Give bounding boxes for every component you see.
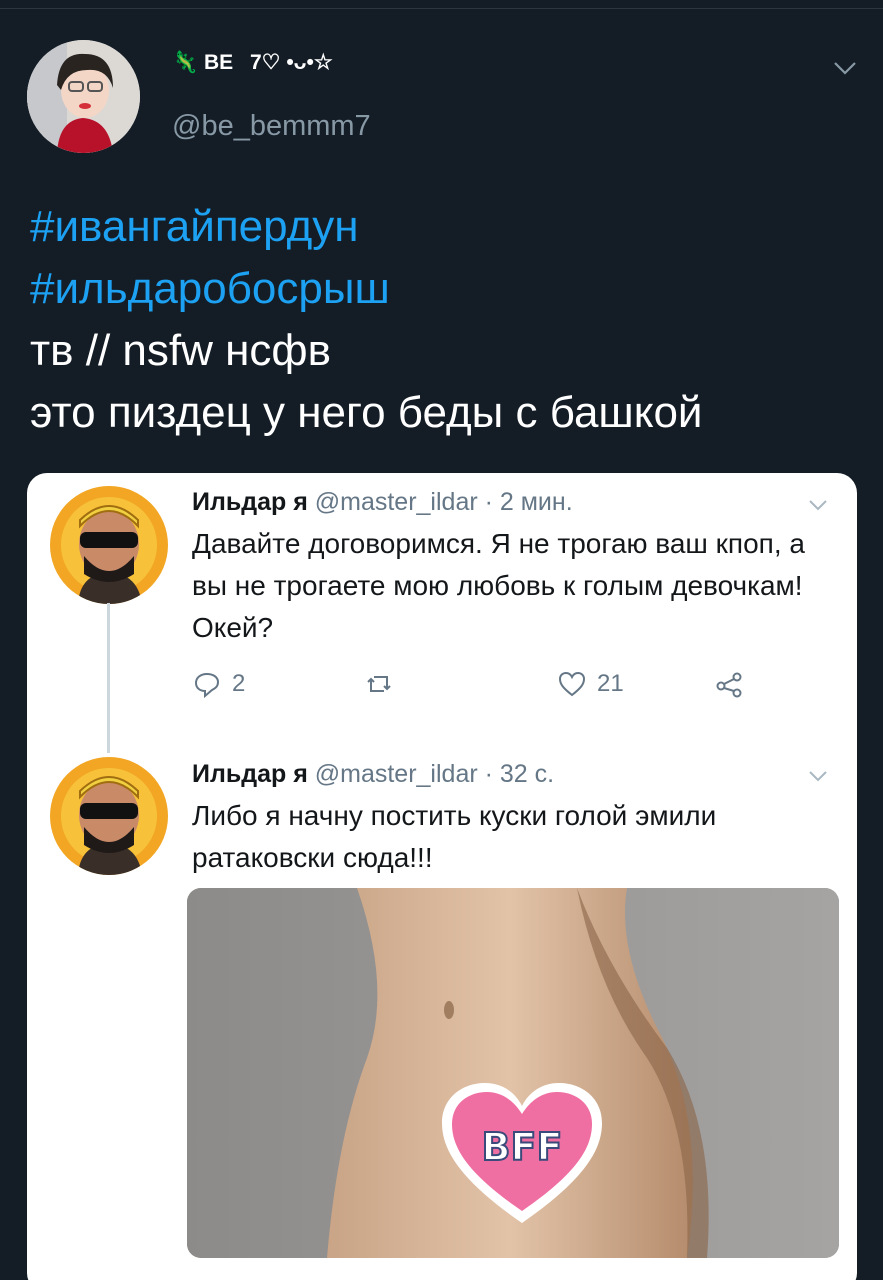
tweet-body: Давайте договоримся. Я не трогаю ваш кпо… — [192, 528, 805, 643]
reply-button: 2 — [192, 669, 245, 699]
avatar — [50, 486, 168, 604]
tweet-body: Либо я начну постить куски голой эмили р… — [192, 800, 717, 873]
author-name: Ильдар я — [192, 488, 308, 516]
reply-count: 2 — [232, 670, 246, 697]
tweet-header: Ильдар я @master_ildar · 2 мин. — [192, 488, 573, 517]
lizard-icon: 🦎 — [172, 51, 199, 74]
chevron-down-icon[interactable] — [832, 58, 858, 78]
chevron-down-icon — [809, 500, 827, 511]
hashtag-link[interactable]: #ильдаробосрыш — [30, 258, 870, 320]
tweet-actions: 2 21 — [192, 669, 752, 709]
bff-sticker: BFF — [442, 1083, 602, 1223]
like-button: 21 — [557, 669, 624, 699]
reply-icon — [194, 672, 220, 699]
share-icon — [716, 672, 742, 698]
hashtag-link[interactable]: #ивангайпердун — [30, 196, 870, 258]
like-icon — [558, 671, 586, 697]
tweet-line: это пиздец у него беды с башкой — [30, 388, 703, 437]
avatar — [50, 757, 168, 875]
attached-photo: BFF — [187, 888, 839, 1258]
share-button — [714, 669, 744, 699]
embedded-screenshot[interactable]: Ильдар я @master_ildar · 2 мин. Давайте … — [27, 473, 857, 1280]
thread-line — [107, 603, 110, 753]
tweet-header: Ильдар я @master_ildar · 32 с. — [192, 760, 554, 789]
author-meta: @master_ildar · 32 с. — [314, 760, 555, 788]
author-name: Ильдар я — [192, 760, 308, 788]
display-name[interactable]: 🦎 ВЕ 7♡ •ᴗ•☆ — [172, 50, 333, 75]
tweet-line: тв // nsfw нсфв — [30, 326, 331, 375]
user-handle[interactable]: @be_bemmm7 — [172, 110, 371, 143]
chevron-down-icon — [809, 771, 827, 782]
sticker-text: BFF — [482, 1125, 563, 1169]
top-divider — [0, 8, 883, 9]
author-meta: @master_ildar · 2 мин. — [314, 488, 573, 516]
like-count: 21 — [597, 670, 624, 697]
tweet-text: #ивангайпердун #ильдаробосрыш тв // nsfw… — [30, 196, 870, 444]
retweet-icon — [367, 676, 391, 692]
avatar[interactable] — [27, 40, 140, 153]
retweet-button — [364, 669, 394, 699]
